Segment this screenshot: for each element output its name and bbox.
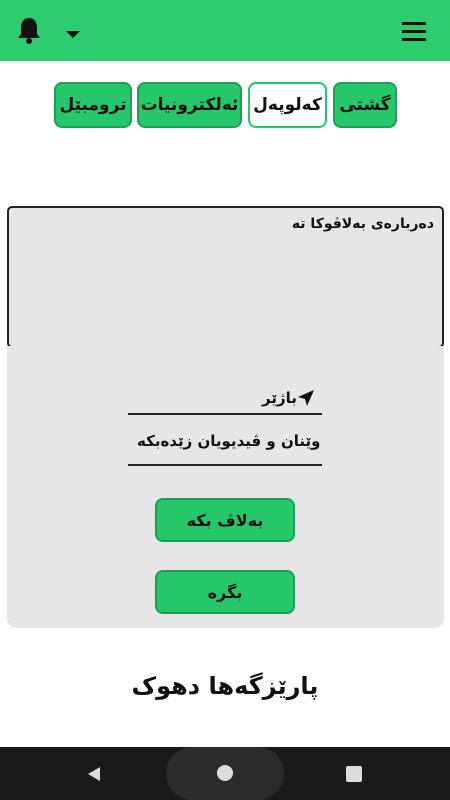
publish-button[interactable]: بەلاڤ بکە xyxy=(155,498,295,542)
bell-icon[interactable] xyxy=(16,16,42,44)
city-select[interactable]: باژێر xyxy=(262,389,297,407)
tab-cars[interactable]: ترومبێل xyxy=(54,82,132,128)
search-button[interactable]: بگرە xyxy=(155,570,295,614)
tab-general[interactable]: گشتی xyxy=(333,82,397,128)
navigation-arrow-icon xyxy=(298,390,314,406)
back-icon[interactable] xyxy=(86,766,102,782)
province-title: پارێزگەها دهوک xyxy=(131,672,319,700)
top-app-bar xyxy=(0,0,450,61)
about-ad-textarea[interactable]: دەربارەی بەلاڤوکا تە xyxy=(7,206,444,348)
system-navigation-bar xyxy=(0,747,450,800)
hamburger-menu-icon[interactable] xyxy=(400,20,430,44)
caret-down-icon[interactable] xyxy=(62,26,84,42)
city-field-underline xyxy=(128,413,322,415)
tab-electronics[interactable]: ئەلکترونیات xyxy=(137,82,242,128)
media-field-underline xyxy=(128,464,322,466)
recent-apps-icon[interactable] xyxy=(346,766,362,782)
home-icon[interactable] xyxy=(217,765,233,781)
about-ad-label: دەربارەی بەلاڤوکا تە xyxy=(291,216,434,232)
tab-goods[interactable]: کەلوپەل xyxy=(248,82,327,128)
add-media-field[interactable]: وێنان و ڤیدیویان زێدەبکە xyxy=(137,432,320,450)
app-screen: گشتی کەلوپەل ئەلکترونیات ترومبێل دەربارە… xyxy=(0,0,450,800)
